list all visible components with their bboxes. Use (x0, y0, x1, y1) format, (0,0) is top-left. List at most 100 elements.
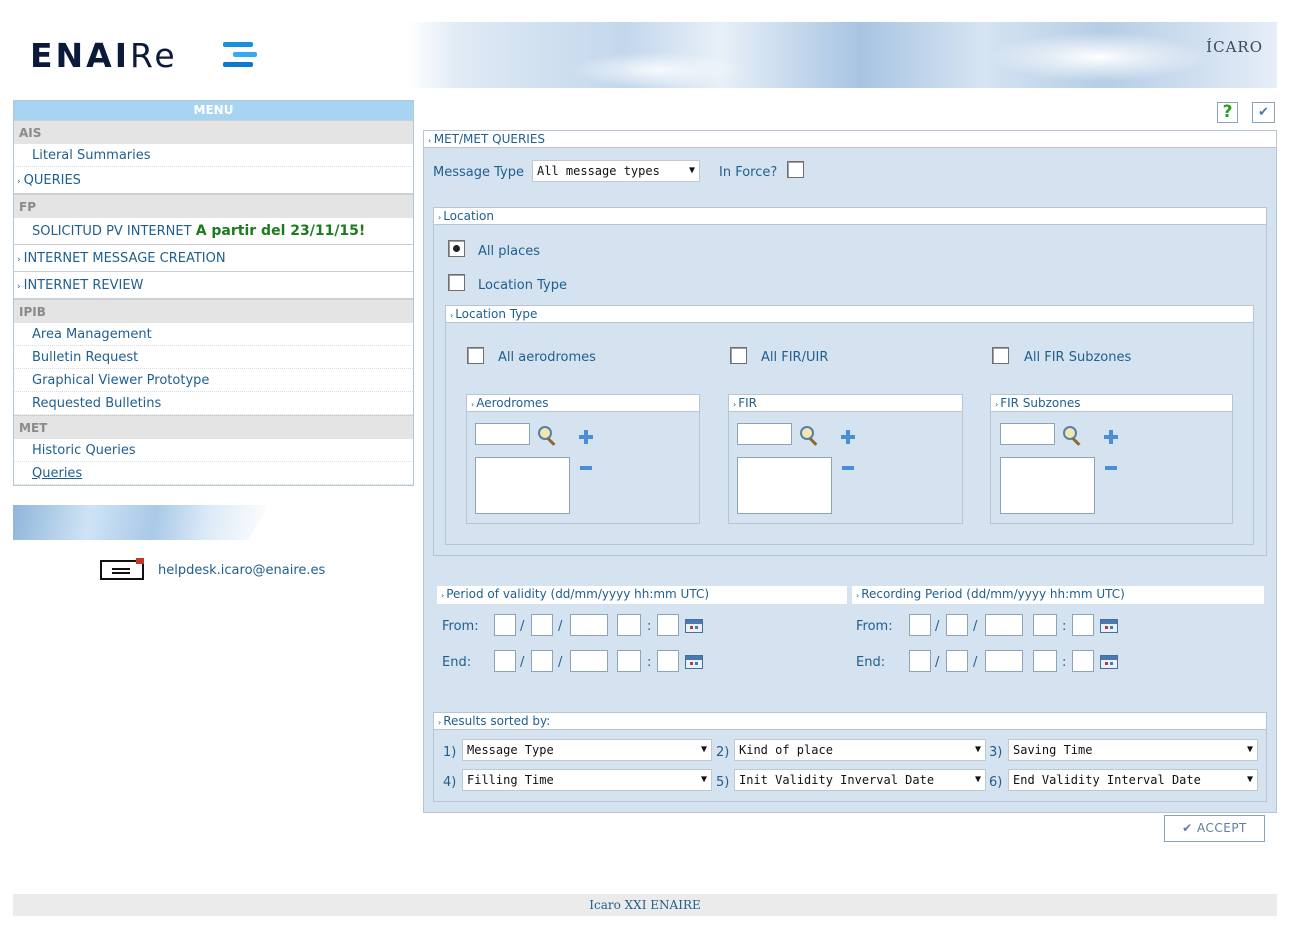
bullet-icon: › (438, 213, 442, 222)
validity-from-day[interactable] (494, 614, 516, 636)
sort-2-label: 2) (716, 745, 730, 760)
calendar-icon[interactable] (685, 619, 703, 633)
recording-end-month[interactable] (946, 650, 968, 672)
add-icon[interactable] (579, 430, 593, 444)
validity-from-label: From: (442, 619, 479, 634)
in-force-checkbox[interactable] (787, 161, 804, 178)
message-type-label: Message Type (433, 165, 524, 180)
bullet-icon: › (438, 718, 442, 727)
validity-end-month[interactable] (531, 650, 553, 672)
sort-6-select[interactable]: End Validity Interval Date ▼ (1008, 769, 1258, 791)
mail-icon (100, 558, 144, 580)
message-type-value: All message types (537, 164, 660, 178)
remove-icon[interactable] (1105, 466, 1117, 470)
menu-item-queries-ais[interactable]: › QUERIES (14, 167, 413, 194)
sort-5-label: 5) (716, 775, 730, 790)
bullet-icon: › (17, 177, 21, 187)
validity-from-minute[interactable] (657, 614, 679, 636)
aerodromes-list[interactable] (475, 457, 570, 514)
menu-item-bulletin-request[interactable]: Bulletin Request (14, 346, 413, 369)
footer: Icaro XXI ENAIRE (13, 894, 1277, 916)
bullet-icon: › (17, 282, 21, 292)
add-icon[interactable] (841, 430, 855, 444)
sort-4-select[interactable]: Filling Time ▼ (462, 769, 712, 791)
recording-end-hour[interactable] (1033, 650, 1057, 672)
sort-2-select[interactable]: Kind of place ▼ (734, 739, 986, 761)
header-banner: ÍCARO (408, 22, 1277, 88)
fir-subzones-list[interactable] (1000, 457, 1095, 514)
search-icon[interactable] (535, 424, 559, 448)
menu-item-highlight: A partir del 23/11/15! (195, 223, 366, 239)
bullet-icon: › (471, 400, 475, 409)
all-places-radio[interactable] (448, 240, 465, 257)
left-menu: MENU AIS Literal Summaries › QUERIES FP S… (13, 100, 414, 486)
fir-list[interactable] (737, 457, 832, 514)
sort-6-label: 6) (989, 775, 1003, 790)
location-type-pane-title: › Location Type (445, 305, 1254, 323)
menu-section-met: MET (14, 415, 413, 439)
fir-subzone-code-input[interactable] (1000, 423, 1055, 445)
recording-from-hour[interactable] (1033, 614, 1057, 636)
sort-5-select[interactable]: Init Validity Inverval Date ▼ (734, 769, 986, 791)
validity-end-year[interactable] (570, 650, 608, 672)
validity-end-label: End: (442, 655, 472, 670)
menu-item-requested-bulletins[interactable]: Requested Bulletins (14, 392, 413, 415)
recording-end-label: End: (856, 655, 886, 670)
message-type-select[interactable]: All message types ▼ (532, 160, 700, 182)
menu-item-label: INTERNET REVIEW (23, 278, 144, 293)
menu-item-solicitud-pv[interactable]: SOLICITUD PV INTERNET A partir del 23/11… (14, 218, 413, 245)
all-aerodromes-checkbox[interactable] (467, 347, 484, 364)
calendar-icon[interactable] (685, 655, 703, 669)
search-icon[interactable] (1060, 424, 1084, 448)
menu-item-graphical-viewer[interactable]: Graphical Viewer Prototype (14, 369, 413, 392)
menu-item-area-management[interactable]: Area Management (14, 323, 413, 346)
help-button[interactable]: ? (1217, 102, 1238, 123)
fir-code-input[interactable] (737, 423, 792, 445)
validity-end-day[interactable] (494, 650, 516, 672)
aerodrome-code-input[interactable] (475, 423, 530, 445)
recording-from-day[interactable] (909, 614, 931, 636)
chevron-down-icon: ▼ (1246, 744, 1253, 755)
sort-1-select[interactable]: Message Type ▼ (462, 739, 712, 761)
recording-from-year[interactable] (985, 614, 1023, 636)
icaro-logo: ÍCARO (1206, 38, 1263, 56)
check-button[interactable]: ✔ (1252, 102, 1275, 123)
all-fir-uir-checkbox[interactable] (730, 347, 747, 364)
header: ENAIRe ÍCARO (13, 22, 1277, 88)
validity-from-hour[interactable] (617, 614, 641, 636)
recording-end-minute[interactable] (1072, 650, 1094, 672)
add-icon[interactable] (1104, 430, 1118, 444)
chevron-down-icon: ▼ (974, 774, 981, 785)
aerodromes-box-title: › Aerodromes (466, 394, 700, 412)
remove-icon[interactable] (580, 466, 592, 470)
calendar-icon[interactable] (1100, 655, 1118, 669)
chevron-down-icon: ▼ (1246, 774, 1253, 785)
validity-from-month[interactable] (531, 614, 553, 636)
sort-3-select[interactable]: Saving Time ▼ (1008, 739, 1258, 761)
chevron-down-icon: ▼ (688, 165, 695, 176)
remove-icon[interactable] (842, 466, 854, 470)
recording-title: › Recording Period (dd/mm/yyyy hh:mm UTC) (852, 586, 1264, 604)
recording-end-year[interactable] (985, 650, 1023, 672)
menu-item-internet-message-creation[interactable]: › INTERNET MESSAGE CREATION (14, 245, 413, 272)
accept-button[interactable]: ✔ ACCEPT (1164, 815, 1265, 842)
helpdesk-email-link[interactable]: helpdesk.icaro@enaire.es (158, 563, 325, 578)
menu-item-internet-review[interactable]: › INTERNET REVIEW (14, 272, 413, 299)
bullet-icon: › (733, 400, 737, 409)
fir-box-title: › FIR (728, 394, 963, 412)
validity-from-year[interactable] (570, 614, 608, 636)
validity-end-hour[interactable] (617, 650, 641, 672)
chevron-down-icon: ▼ (700, 744, 707, 755)
menu-item-historic-queries[interactable]: Historic Queries (14, 439, 413, 462)
search-icon[interactable] (797, 424, 821, 448)
recording-end-day[interactable] (909, 650, 931, 672)
recording-from-minute[interactable] (1072, 614, 1094, 636)
location-type-radio[interactable] (448, 274, 465, 291)
location-pane-title: › Location (433, 207, 1267, 225)
all-fir-subzones-checkbox[interactable] (992, 347, 1009, 364)
validity-end-minute[interactable] (657, 650, 679, 672)
calendar-icon[interactable] (1100, 619, 1118, 633)
menu-item-queries-met[interactable]: Queries (14, 462, 413, 485)
recording-from-month[interactable] (946, 614, 968, 636)
menu-item-literal-summaries[interactable]: Literal Summaries (14, 144, 413, 167)
